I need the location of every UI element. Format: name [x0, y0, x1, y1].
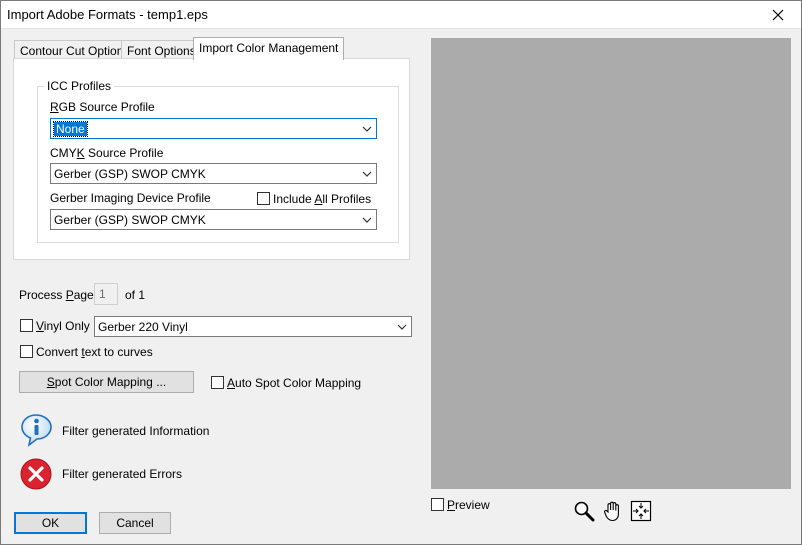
dialog-window: Import Adobe Formats - temp1.eps Contour…	[0, 0, 802, 545]
button-label: OK	[41, 516, 60, 530]
imaging-device-profile-select[interactable]: Gerber (GSP) SWOP CMYK	[50, 209, 377, 230]
process-page-input[interactable]: 1	[94, 283, 118, 305]
cmyk-source-profile-label: CMYK Source Profile	[50, 146, 164, 160]
cancel-button[interactable]: Cancel	[99, 512, 171, 534]
preview-area	[431, 38, 791, 489]
ok-button[interactable]: OK	[14, 512, 87, 534]
group-title: ICC Profiles	[44, 79, 115, 93]
button-label: Cancel	[116, 516, 154, 530]
magnifier-icon[interactable]	[573, 500, 595, 522]
close-icon	[772, 9, 784, 21]
selected-value: Gerber (GSP) SWOP CMYK	[54, 213, 206, 227]
info-icon	[20, 413, 54, 450]
tab-label: Font Options	[127, 44, 196, 58]
chevron-down-icon	[362, 217, 372, 223]
tab-import-color-management[interactable]: Import Color Management	[193, 37, 345, 60]
selected-value: Gerber (GSP) SWOP CMYK	[54, 167, 206, 181]
hand-pan-icon[interactable]	[602, 500, 624, 522]
title-bar: Import Adobe Formats - temp1.eps	[1, 1, 801, 29]
error-message: Filter generated Errors	[62, 467, 183, 481]
tab-contour-cut-options[interactable]: Contour Cut Options	[14, 40, 136, 60]
convert-text-label: Convert text to curves	[36, 345, 153, 359]
icc-profiles-group: ICC Profiles RGB Source Profile None CMY…	[37, 79, 399, 243]
process-page-label: Process Page	[19, 288, 94, 302]
convert-text-checkbox[interactable]	[20, 345, 33, 358]
tab-label: Contour Cut Options	[20, 44, 130, 58]
vinyl-select[interactable]: Gerber 220 Vinyl	[94, 316, 412, 337]
include-all-profiles-checkbox[interactable]	[257, 192, 270, 205]
vinyl-only-checkbox[interactable]	[20, 319, 33, 332]
rgb-source-profile-label: RGB Source Profile	[50, 100, 155, 114]
spot-color-mapping-button[interactable]: Spot Color Mapping ...	[19, 371, 194, 393]
tab-font-options[interactable]: Font Options	[121, 40, 202, 60]
window-title: Import Adobe Formats - temp1.eps	[7, 7, 208, 22]
include-all-profiles-label: Include All Profiles	[273, 192, 372, 206]
cmyk-source-profile-select[interactable]: Gerber (GSP) SWOP CMYK	[50, 163, 377, 184]
imaging-device-profile-label: Gerber Imaging Device Profile	[50, 191, 211, 205]
auto-spot-color-mapping-label: Auto Spot Color Mapping	[227, 376, 362, 390]
auto-spot-color-mapping-checkbox[interactable]	[211, 376, 224, 389]
tab-label: Import Color Management	[199, 41, 339, 55]
fit-to-window-icon[interactable]	[630, 500, 652, 522]
vinyl-only-label: Vinyl Only	[36, 319, 90, 333]
info-message: Filter generated Information	[62, 424, 210, 438]
selected-value: Gerber 220 Vinyl	[98, 320, 188, 334]
error-icon	[20, 458, 52, 493]
page-count-text: of 1	[125, 288, 146, 302]
preview-label: Preview	[447, 498, 490, 512]
close-button[interactable]	[755, 1, 801, 29]
chevron-down-icon	[362, 171, 372, 177]
rgb-source-profile-select[interactable]: None	[50, 118, 377, 139]
preview-checkbox[interactable]	[431, 498, 444, 511]
selected-value: None	[53, 121, 88, 137]
button-label: Spot Color Mapping ...	[46, 375, 167, 389]
chevron-down-icon	[362, 126, 372, 132]
chevron-down-icon	[397, 324, 407, 330]
tab-panel-import-color-management: ICC Profiles RGB Source Profile None CMY…	[13, 58, 410, 260]
